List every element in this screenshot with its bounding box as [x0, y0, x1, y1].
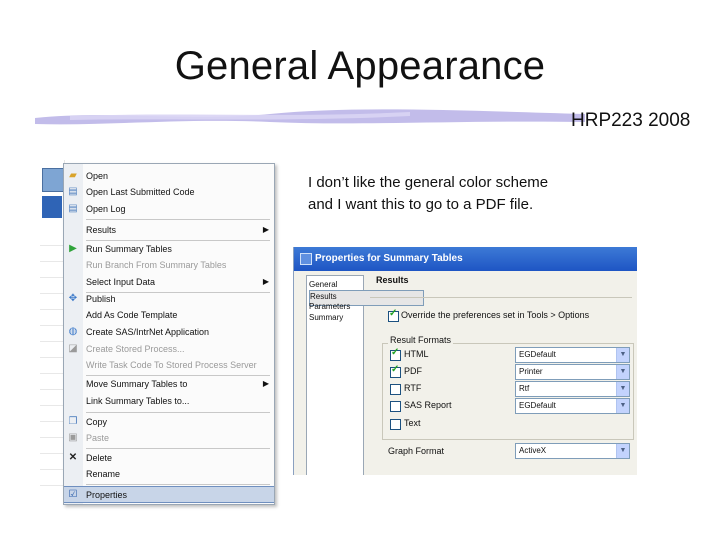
- graph-format-select[interactable]: ActiveX ▼: [515, 443, 630, 459]
- stored-process-icon: ◪: [68, 343, 78, 354]
- menu-item-run-summary-tables[interactable]: ▶ Run Summary Tables: [64, 241, 274, 257]
- nav-item-general[interactable]: General: [309, 279, 337, 290]
- delete-icon: ✕: [68, 452, 78, 463]
- menu-separator: [86, 219, 270, 220]
- folder-open-icon: ▰: [69, 170, 77, 181]
- section-title: Results: [376, 275, 409, 285]
- document-icon: ▤: [68, 186, 78, 197]
- dialog-window-icon: [300, 253, 312, 265]
- menu-item-move-summary-tables[interactable]: Move Summary Tables to ▶: [64, 376, 274, 392]
- chevron-down-icon: ▼: [616, 348, 629, 362]
- pdf-checkbox[interactable]: [390, 364, 401, 378]
- menu-item-run-branch[interactable]: Run Branch From Summary Tables: [64, 257, 274, 273]
- sas-report-label: SAS Report: [404, 400, 452, 410]
- dialog-title-bar[interactable]: Properties for Summary Tables: [294, 247, 637, 271]
- nav-item-parameters[interactable]: Parameters: [309, 301, 350, 312]
- pdf-style-select[interactable]: Printer ▼: [515, 364, 630, 380]
- menu-item-create-intrnet-app[interactable]: ◍ Create SAS/IntrNet Application: [64, 324, 274, 340]
- grid-lines: [40, 230, 64, 490]
- results-pane: Results Override the preferences set in …: [368, 275, 637, 475]
- copy-icon: ❐: [68, 416, 78, 427]
- task-icon[interactable]: [42, 168, 64, 192]
- menu-item-open[interactable]: ▰ Open: [64, 168, 274, 184]
- menu-item-link-summary-tables[interactable]: Link Summary Tables to...: [64, 393, 274, 409]
- menu-item-write-task-code[interactable]: Write Task Code To Stored Process Server: [64, 357, 274, 373]
- menu-item-rename[interactable]: Rename: [64, 466, 274, 482]
- html-checkbox[interactable]: [390, 347, 401, 361]
- course-label: HRP223 2008: [571, 110, 691, 131]
- slide-note: I don’t like the general color scheme an…: [308, 172, 608, 216]
- pdf-label: PDF: [404, 366, 422, 376]
- sas-report-style-select[interactable]: EGDefault ▼: [515, 398, 630, 414]
- menu-item-select-input-data[interactable]: Select Input Data ▶: [64, 274, 274, 290]
- chevron-down-icon: ▼: [616, 382, 629, 396]
- chevron-down-icon: ▼: [616, 399, 629, 413]
- rtf-checkbox[interactable]: [390, 384, 401, 395]
- note-line-2: and I want this to go to a PDF file.: [308, 196, 534, 213]
- log-icon: ▤: [68, 203, 78, 214]
- menu-separator: [86, 448, 270, 449]
- menu-item-open-last-submitted-code[interactable]: ▤ Open Last Submitted Code: [64, 184, 274, 200]
- chevron-down-icon: ▼: [616, 444, 629, 458]
- result-formats-label: Result Formats: [388, 335, 454, 345]
- override-checkbox[interactable]: [388, 308, 399, 322]
- submenu-arrow-icon: ▶: [262, 225, 269, 234]
- nav-item-summary[interactable]: Summary: [309, 312, 343, 323]
- globe-icon: ◍: [68, 326, 78, 337]
- graph-format-label: Graph Format: [388, 446, 445, 456]
- submenu-arrow-icon: ▶: [262, 277, 269, 286]
- menu-item-copy[interactable]: ❐ Copy: [64, 414, 274, 430]
- menu-item-add-as-code-template[interactable]: Add As Code Template: [64, 307, 274, 323]
- menu-separator: [86, 412, 270, 413]
- menu-item-open-log[interactable]: ▤ Open Log: [64, 201, 274, 217]
- paste-icon: ▣: [68, 432, 78, 443]
- chevron-down-icon: ▼: [616, 365, 629, 379]
- section-divider: [370, 297, 632, 298]
- submenu-arrow-icon: ▶: [262, 379, 269, 388]
- dialog-title: Properties for Summary Tables: [315, 253, 463, 264]
- html-style-select[interactable]: EGDefault ▼: [515, 347, 630, 363]
- properties-icon: ☑: [68, 489, 78, 500]
- rtf-label: RTF: [404, 383, 422, 393]
- properties-nav-list: General Results Parameters Summary: [306, 275, 424, 475]
- summary-task-icon[interactable]: [42, 196, 62, 218]
- text-checkbox[interactable]: [390, 419, 401, 430]
- menu-separator: [86, 484, 270, 485]
- brush-stroke-decoration: [35, 109, 585, 125]
- override-label: Override the preferences set in Tools > …: [401, 310, 590, 320]
- rtf-style-select[interactable]: Rtf ▼: [515, 381, 630, 397]
- menu-item-delete[interactable]: ✕ Delete: [64, 450, 274, 466]
- publish-icon: ✥: [68, 293, 78, 304]
- background-editor-strip: [40, 160, 65, 500]
- menu-item-publish[interactable]: ✥ Publish: [64, 291, 274, 307]
- note-line-1: I don’t like the general color scheme: [308, 174, 549, 191]
- run-icon: ▶: [69, 243, 77, 254]
- text-label: Text: [404, 418, 421, 428]
- html-label: HTML: [404, 349, 429, 359]
- context-menu: ▰ Open ▤ Open Last Submitted Code ▤ Open…: [63, 163, 275, 505]
- slide-title: General Appearance: [174, 44, 546, 88]
- menu-item-properties[interactable]: ☑ Properties: [64, 486, 274, 503]
- menu-item-paste[interactable]: ▣ Paste: [64, 430, 274, 446]
- menu-item-results[interactable]: Results ▶: [64, 222, 274, 238]
- sas-report-checkbox[interactable]: [390, 401, 401, 412]
- menu-item-create-stored-process[interactable]: ◪ Create Stored Process...: [64, 341, 274, 357]
- properties-dialog: Properties for Summary Tables General Re…: [293, 247, 637, 475]
